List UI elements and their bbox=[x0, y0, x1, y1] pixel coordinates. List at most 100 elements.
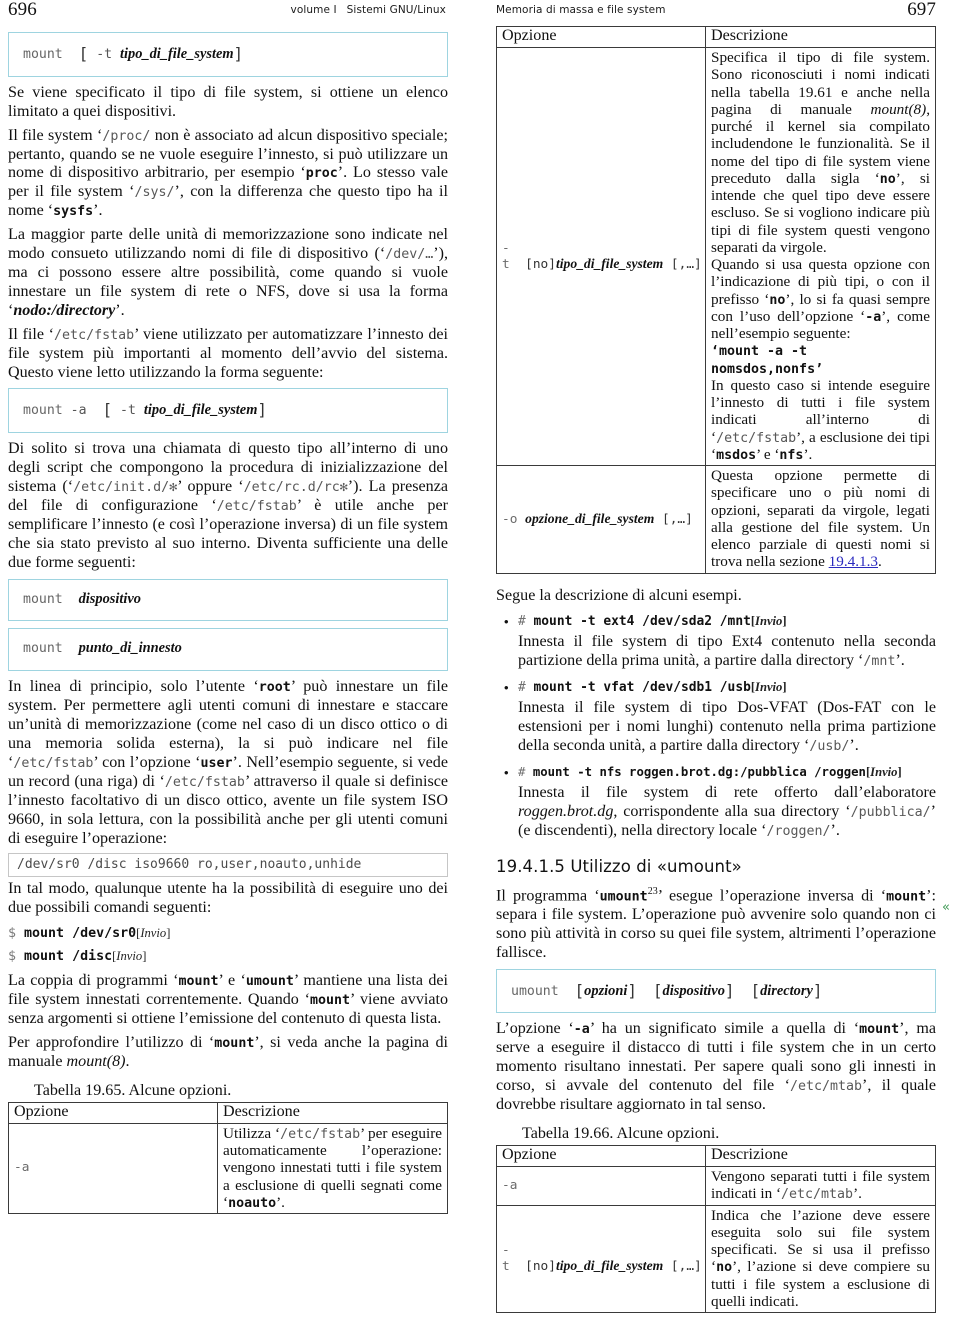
keyword-msdos: msdos bbox=[716, 447, 757, 463]
keyword-mount: mount bbox=[859, 1022, 900, 1038]
shell-prompt: # bbox=[518, 614, 526, 630]
table-row: -a Utilizza ‘/etc/fstab’ per eseguire au… bbox=[8, 1122, 448, 1215]
shell-command-mount-disc: $ mount /disc[Invio] bbox=[8, 949, 448, 964]
shell-command-mount-dev-sr0: $ mount /dev/sr0[Invio] bbox=[8, 926, 448, 941]
syntax-open-bracket: [ bbox=[102, 400, 113, 420]
syntax-close-bracket: ] bbox=[257, 400, 268, 420]
column-header-descrizione: Descrizione bbox=[705, 26, 936, 48]
text-fragment: ’. bbox=[276, 1193, 285, 1211]
keyword-user: user bbox=[200, 755, 233, 771]
text-fragment: ’. bbox=[895, 652, 905, 670]
syntax-command: mount bbox=[23, 591, 63, 607]
bullet-icon: • bbox=[504, 764, 509, 780]
table-row: -o opzione_di_file_system [,…] Questa op… bbox=[496, 465, 936, 574]
keycap-invio: [Invio] bbox=[750, 614, 787, 629]
text-fragment: Il programma ‘ bbox=[496, 887, 600, 905]
footnote-marker-23: 23 bbox=[647, 885, 658, 897]
text-fragment: Innesta il file system di tipo Dos-VFAT … bbox=[518, 699, 936, 755]
syntax-box-mount-a: mount -a [ -t tipo_di_file_system] bbox=[8, 388, 448, 434]
text-fragment: ’ oppure ‘ bbox=[177, 478, 244, 496]
paragraph-text: Se viene specificato il tipo di file sys… bbox=[8, 83, 448, 120]
text-fragment: L’opzione ‘ bbox=[496, 1020, 574, 1038]
shell-prompt: $ bbox=[8, 949, 17, 965]
paragraph-init-scripts: Di solito si trova una chiamata di quest… bbox=[8, 440, 448, 572]
option-optional-no: [no] bbox=[525, 256, 556, 272]
shell-command-text: mount -t ext4 /dev/sda2 /mnt bbox=[533, 614, 751, 630]
code-box-fstab-record: /dev/sr0 /disc iso9660 ro,user,noauto,un… bbox=[8, 853, 448, 878]
text-fragment: ’ esegue l’operazione inversa di ‘ bbox=[657, 887, 887, 905]
shell-command-text: mount -t vfat /dev/sdb1 /usb bbox=[533, 680, 751, 696]
text-fragment: ’. bbox=[93, 202, 103, 220]
list-item: • # mount -t vfat /dev/sdb1 /usb[Invio] I… bbox=[496, 680, 936, 756]
option-cell-o: -o opzione_di_file_system [,…] bbox=[496, 465, 706, 574]
path-etc-fstab: /etc/fstab bbox=[280, 1126, 361, 1142]
text-fragment: ’ e ‘ bbox=[218, 972, 246, 990]
column-header-opzione: Opzione bbox=[496, 26, 706, 48]
options-table-mount-continued: Opzione Descrizione -t [no]tipo_di_file_… bbox=[496, 26, 936, 574]
text-fragment: ’. bbox=[849, 737, 859, 755]
section-link-194013[interactable]: 19.4.1.3 bbox=[829, 553, 878, 570]
book-title-label: Sistemi GNU/Linux bbox=[346, 4, 446, 16]
example-description-ext4: Innesta il file system di tipo Ext4 cont… bbox=[518, 633, 936, 671]
column-header-descrizione: Descrizione bbox=[705, 1145, 936, 1168]
options-table-mount: Opzione Descrizione -a Utilizza ‘/etc/fs… bbox=[8, 1101, 448, 1215]
bracket-close-1: ] bbox=[627, 980, 637, 1000]
text-fragment: Il file ‘ bbox=[8, 325, 55, 343]
path-etc-mtab: /etc/mtab bbox=[781, 1187, 854, 1203]
keyword-mount: mount bbox=[214, 1036, 255, 1051]
paragraph-text: In tal modo, qualunque utente ha la poss… bbox=[8, 880, 448, 917]
bracket-open-3: [ bbox=[750, 980, 761, 1000]
text-fragment: ’. bbox=[115, 301, 125, 319]
paragraph-device-names: La maggior parte delle unità di memorizz… bbox=[8, 226, 448, 321]
syntax-command: mount bbox=[23, 47, 63, 62]
shell-prompt: $ bbox=[8, 926, 17, 942]
paragraph-fstab: Il file ‘/etc/fstab’ viene utilizzato pe… bbox=[8, 326, 448, 383]
keycap-invio: [Invio] bbox=[112, 949, 147, 964]
syntax-command: umount bbox=[511, 983, 559, 999]
shell-prompt: # bbox=[518, 764, 526, 779]
paragraph-mount-umount-list: La coppia di programmi ‘mount’ e ‘umount… bbox=[8, 972, 448, 1029]
keyword-no: no bbox=[716, 1260, 733, 1276]
keycap-invio: [Invio] bbox=[865, 764, 902, 779]
syntax-box-mount-punto-innesto: mount punto_di_innesto bbox=[8, 628, 448, 672]
description-cell-t: Specifica il tipo di file system. Sono r… bbox=[705, 47, 936, 466]
keyword-dash-a: -a bbox=[865, 309, 882, 325]
table-row: -t [no]tipo_di_file_system [,…] Specific… bbox=[496, 47, 936, 466]
keyword-mount: mount bbox=[178, 974, 219, 990]
syntax-metavariable: punto_di_innesto bbox=[78, 640, 182, 657]
path-etc-mtab: /etc/mtab bbox=[789, 1079, 863, 1095]
description-cell-a: Utilizza ‘/etc/fstab’ per eseguire autom… bbox=[217, 1122, 448, 1215]
option-cell-a: -a bbox=[8, 1122, 218, 1215]
option-repeat-suffix: [,…] bbox=[662, 511, 693, 527]
option-flag: -t bbox=[502, 1242, 510, 1274]
path-sys: /sys/ bbox=[134, 185, 175, 201]
syntax-metavariable: tipo_di_file_system bbox=[143, 402, 258, 419]
keyword-dash-a: -a bbox=[573, 1022, 590, 1038]
syntax-metavariable-dispositivo: dispositivo bbox=[662, 982, 725, 999]
keyword-mount: mount bbox=[886, 889, 927, 905]
syntax-command: mount bbox=[23, 403, 63, 419]
example-mount-a-t-line2: nomsdos,nonfs’ bbox=[711, 361, 824, 377]
bracket-open-1: [ bbox=[574, 980, 585, 1000]
path-roggen: /roggen/ bbox=[766, 823, 831, 839]
paragraph-proc-sys: Il file system ‘/proc/ non è associato a… bbox=[8, 126, 448, 220]
option-metavariable: opzione_di_file_system bbox=[525, 510, 655, 526]
shell-command-text: mount -t nfs roggen.brot.dg:/pubblica /r… bbox=[532, 764, 866, 779]
option-repeat-suffix: [,…] bbox=[670, 256, 702, 272]
path-pubblica: /pubblica/ bbox=[850, 804, 931, 820]
table-header-row: Opzione Descrizione bbox=[496, 26, 936, 48]
option-metavariable: tipo_di_file_system bbox=[555, 255, 664, 271]
syntax-command: mount bbox=[23, 641, 63, 657]
table-row: -t [no]tipo_di_file_system [,…] Indica c… bbox=[496, 1204, 936, 1314]
description-cell-o: Questa opzione permette di specificare u… bbox=[705, 465, 936, 574]
text-fragment: ’. bbox=[830, 821, 840, 839]
table-header-row: Opzione Descrizione bbox=[8, 1101, 448, 1124]
bracket-close-2: ] bbox=[724, 980, 735, 1000]
text-fragment: ’ ha un significato simile a quella di ‘ bbox=[589, 1020, 860, 1038]
keyword-nfs: nfs bbox=[779, 447, 804, 463]
keyword-noauto: noauto bbox=[228, 1195, 277, 1211]
keyword-umount: umount bbox=[245, 974, 294, 990]
column-header-descrizione: Descrizione bbox=[217, 1101, 448, 1124]
syntax-box-umount: umount [opzioni] [dispositivo] [director… bbox=[496, 968, 936, 1014]
options-table-umount: Opzione Descrizione -a Vengono separati … bbox=[496, 1145, 936, 1314]
